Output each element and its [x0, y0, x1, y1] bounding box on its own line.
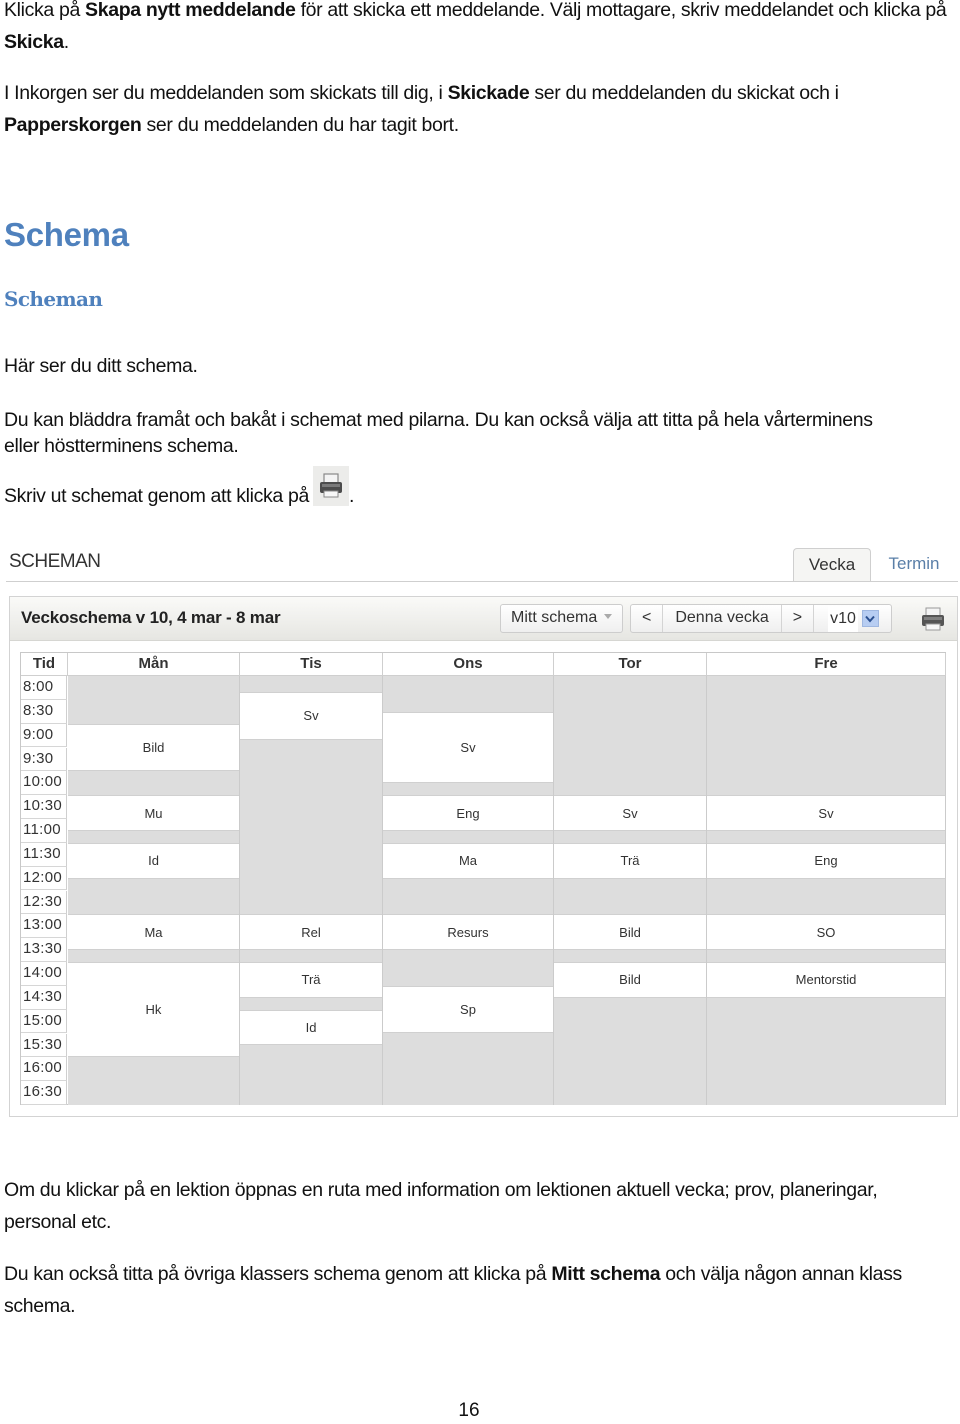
time-slot-label: 10:00 — [21, 771, 67, 796]
tab-vecka[interactable]: Vecka — [793, 548, 871, 582]
text: ser du meddelanden du har tagit bort. — [141, 114, 459, 136]
lesson-block[interactable]: Ma — [68, 914, 239, 951]
text: I Inkorgen ser du meddelanden som skicka… — [4, 82, 448, 104]
panel-header: Veckoschema v 10, 4 mar - 8 mar Mitt sch… — [10, 597, 957, 641]
day-column: Sv Eng SO Mentorstid — [707, 676, 946, 1105]
lesson-block[interactable]: Sv — [707, 795, 945, 831]
day-column: Bild Mu Id Ma Hk — [68, 676, 240, 1105]
column-header-day: Tor — [554, 653, 707, 676]
lesson-block[interactable]: Id — [240, 1009, 382, 1046]
printer-icon — [922, 607, 944, 631]
day-column: Sv Rel Trä Id — [240, 676, 383, 1105]
schedule-select-dropdown[interactable]: Mitt schema — [501, 605, 622, 632]
lesson-block[interactable]: Bild — [554, 962, 706, 998]
text: . — [63, 31, 69, 53]
time-slot-label: 12:30 — [21, 890, 67, 915]
text: Du kan också titta på övriga klassers sc… — [4, 1263, 552, 1285]
time-slot-label: 8:30 — [21, 699, 67, 724]
this-week-button[interactable]: Denna vecka — [663, 605, 782, 632]
lesson-block[interactable]: Mentorstid — [707, 962, 945, 998]
time-slot-label: 14:00 — [21, 962, 67, 986]
lesson-block[interactable]: Mu — [68, 795, 239, 831]
printer-icon — [312, 466, 349, 506]
tab-termin[interactable]: Termin — [879, 548, 949, 582]
app-title: SCHEMAN — [9, 551, 101, 572]
lesson-block[interactable]: Id — [68, 842, 239, 879]
time-slot-label: 13:00 — [21, 914, 67, 939]
time-slot-label: 13:30 — [21, 938, 67, 962]
section-heading: Schema — [4, 216, 129, 253]
lesson-block[interactable]: Ma — [383, 842, 553, 879]
bold-term: Skickade — [447, 82, 530, 104]
lesson-block[interactable]: Trä — [240, 962, 382, 998]
day-column: Sv Trä Bild Bild — [554, 676, 707, 1105]
lesson-block[interactable]: Trä — [554, 842, 706, 879]
time-slot-label: 11:30 — [21, 842, 67, 867]
lesson-block[interactable]: Sp — [383, 985, 553, 1034]
intro-paragraph-2: I Inkorgen ser du meddelanden som skicka… — [4, 77, 954, 141]
time-slot-label: 9:00 — [21, 723, 67, 748]
lesson-block[interactable]: Rel — [240, 914, 382, 951]
lesson-block[interactable]: Bild — [554, 914, 706, 951]
paragraph-4: Du kan bläddra framåt och bakåt i schema… — [4, 409, 873, 457]
text: . — [348, 485, 355, 507]
week-select-value: v10 — [828, 605, 858, 632]
column-header-day: Ons — [383, 653, 554, 676]
paragraph-5: Skriv ut schemat genom att klicka på . — [4, 466, 954, 512]
text: ser du meddelanden du skickat och i — [529, 82, 839, 104]
next-week-button[interactable]: > — [782, 605, 815, 632]
caret-down-icon — [604, 614, 613, 619]
section-subheading: Scheman — [4, 287, 103, 311]
week-navigation: < Denna vecka > v10 — [630, 604, 892, 633]
bold-term: Skicka — [4, 31, 64, 53]
time-slot-label: 12:00 — [21, 866, 67, 891]
lesson-block[interactable]: Sv — [554, 795, 706, 831]
time-slot-label: 10:30 — [21, 795, 67, 819]
lesson-block[interactable]: SO — [707, 914, 945, 951]
prev-week-button[interactable]: < — [631, 605, 664, 632]
lesson-block[interactable]: Sv — [240, 691, 382, 740]
column-header-day: Mån — [68, 653, 240, 676]
schedule-grid: Tid 8:00 8:30 9:00 9:30 10:00 10:30 11:00 11:30… — [20, 652, 946, 1105]
print-button[interactable] — [920, 606, 946, 632]
time-slot-label: 16:30 — [21, 1081, 67, 1105]
paragraph-7: Du kan också titta på övriga klassers sc… — [4, 1258, 954, 1322]
text: Skriv ut schemat genom att klicka på — [4, 485, 309, 507]
paragraph-3: Här ser du ditt schema. — [4, 355, 198, 377]
week-select[interactable]: v10 — [814, 605, 891, 632]
column-header-day: Fre — [707, 653, 946, 676]
text: Klicka på — [4, 0, 86, 21]
day-column: Sv Eng Ma Resurs Sp — [383, 676, 554, 1105]
time-slot-label: 15:00 — [21, 1009, 67, 1034]
tabs-divider — [6, 581, 958, 582]
text: för att skicka ett meddelande. Välj mott… — [295, 0, 947, 21]
bold-term: Mitt schema — [551, 1263, 661, 1285]
lesson-block[interactable]: Hk — [68, 962, 239, 1058]
bold-term: Skapa nytt meddelande — [85, 0, 296, 21]
column-header-day: Tis — [240, 653, 383, 676]
time-slot-label: 9:30 — [21, 747, 67, 772]
lesson-block[interactable]: Sv — [383, 711, 553, 784]
time-slot-label: 16:00 — [21, 1057, 67, 1082]
intro-paragraph-1: Klicka på Skapa nytt meddelande för att … — [4, 0, 954, 58]
lesson-block[interactable]: Bild — [68, 723, 239, 772]
panel-title: Veckoschema v 10, 4 mar - 8 mar — [21, 608, 281, 627]
paragraph-6: Om du klickar på en lektion öppnas en ru… — [4, 1179, 878, 1233]
time-slot-label: 14:30 — [21, 985, 67, 1010]
time-slot-label: 8:00 — [21, 676, 67, 700]
lesson-block[interactable]: Eng — [707, 842, 945, 879]
time-slot-label: 11:00 — [21, 819, 67, 843]
bold-term: Papperskorgen — [4, 114, 142, 136]
time-slot-label: 15:30 — [21, 1033, 67, 1058]
chevron-down-icon — [861, 610, 879, 627]
lesson-block[interactable]: Eng — [383, 795, 553, 831]
schedule-select-label: Mitt schema — [511, 609, 598, 626]
schedule-select-group: Mitt schema — [500, 604, 624, 633]
column-header-time: Tid — [21, 653, 68, 676]
page-number: 16 — [458, 1400, 480, 1421]
lesson-block[interactable]: Resurs — [383, 914, 553, 951]
